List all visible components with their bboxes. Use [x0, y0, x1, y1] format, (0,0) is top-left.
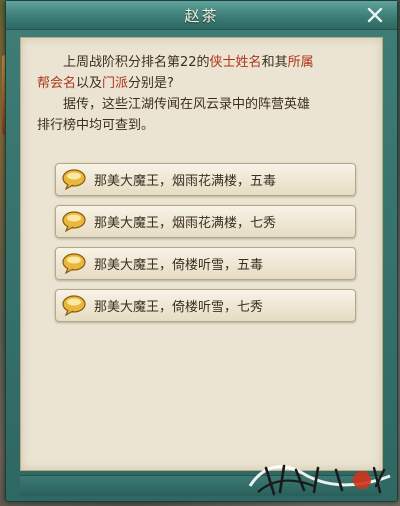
answer-option-4[interactable]: 那美大魔王，倚楼听雪，七秀	[55, 289, 356, 322]
speech-bubble-icon	[61, 210, 87, 232]
question-keyword: 所属	[287, 55, 314, 70]
question-keyword: 帮会名	[37, 76, 77, 91]
answer-option-label: 那美大魔王，烟雨花满楼，五毒	[94, 174, 277, 189]
dialog-titlebar: 赵茶	[6, 1, 397, 30]
npc-quiz-dialog: 赵茶 上周战阶积分排名第22的侠士姓名和其所属 帮会名以及门派分别是? 据传，这…	[5, 0, 398, 502]
close-button[interactable]	[365, 5, 385, 25]
speech-bubble-icon	[61, 294, 87, 316]
question-line-1: 上周战阶积分排名第22的侠士姓名和其所属	[37, 52, 367, 73]
question-line-3: 据传，这些江湖传闻在风云录中的阵营英雄	[63, 97, 311, 112]
speech-bubble-icon	[61, 252, 87, 274]
question-segment: 以及	[76, 76, 103, 91]
question-segment: 上周战阶积分排名第22的	[63, 55, 210, 70]
answer-option-label: 那美大魔王，倚楼听雪，五毒	[94, 258, 264, 273]
close-icon	[367, 7, 383, 23]
answer-option-label: 那美大魔王，倚楼听雪，七秀	[94, 300, 264, 315]
answer-option-3[interactable]: 那美大魔王，倚楼听雪，五毒	[55, 247, 356, 280]
question-segment: 分别是?	[128, 76, 174, 91]
speech-bubble-icon	[61, 168, 87, 190]
question-keyword: 门派	[102, 76, 129, 91]
dialog-content-panel: 上周战阶积分排名第22的侠士姓名和其所属 帮会名以及门派分别是? 据传，这些江湖…	[20, 37, 383, 471]
dialog-title: 赵茶	[184, 7, 219, 25]
question-text: 上周战阶积分排名第22的侠士姓名和其所属 帮会名以及门派分别是? 据传，这些江湖…	[37, 52, 367, 136]
answer-option-label: 那美大魔王，烟雨花满楼，七秀	[94, 216, 277, 231]
question-segment: 和其	[261, 55, 288, 70]
question-line-4: 排行榜中均可查到。	[37, 118, 155, 133]
question-line-2: 帮会名以及门派分别是?	[37, 73, 367, 94]
question-keyword: 侠士姓名	[209, 55, 262, 70]
game-watermark-logo	[244, 456, 394, 500]
jx3-logo-icon	[248, 464, 391, 496]
answer-option-2[interactable]: 那美大魔王，烟雨花满楼，七秀	[55, 205, 356, 238]
answer-option-1[interactable]: 那美大魔王，烟雨花满楼，五毒	[55, 163, 356, 196]
